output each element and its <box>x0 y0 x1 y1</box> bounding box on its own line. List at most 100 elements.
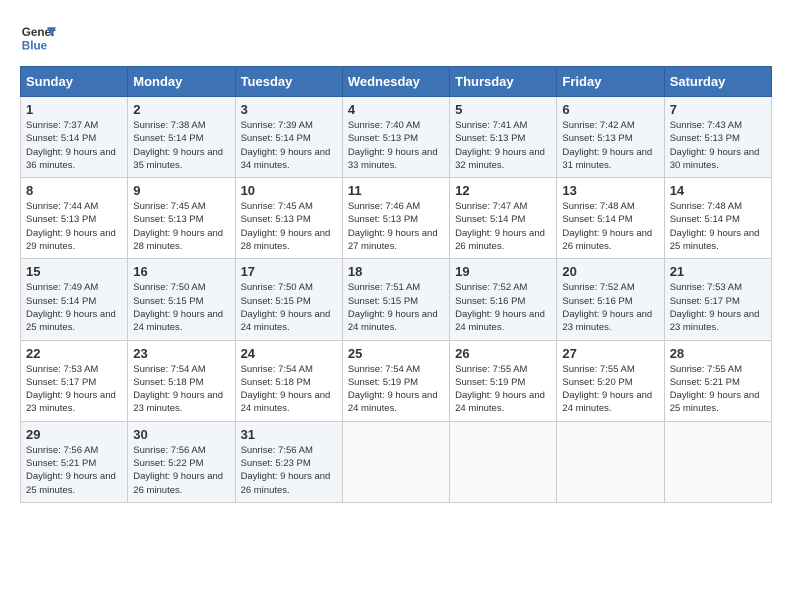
calendar-cell: 12 Sunrise: 7:47 AMSunset: 5:14 PMDayligh… <box>450 178 557 259</box>
calendar-cell: 3 Sunrise: 7:39 AMSunset: 5:14 PMDaylight… <box>235 97 342 178</box>
day-number: 29 <box>26 427 122 442</box>
weekday-header-tuesday: Tuesday <box>235 67 342 97</box>
calendar-cell: 27Sunrise: 7:55 AMSunset: 5:20 PMDayligh… <box>557 340 664 421</box>
calendar-cell: 15 Sunrise: 7:49 AMSunset: 5:14 PMDayligh… <box>21 259 128 340</box>
day-number: 21 <box>670 264 766 279</box>
day-info: Sunrise: 7:47 AMSunset: 5:14 PMDaylight:… <box>455 201 545 252</box>
calendar-cell: 30Sunrise: 7:56 AMSunset: 5:22 PMDayligh… <box>128 421 235 502</box>
day-info: Sunrise: 7:55 AMSunset: 5:21 PMDaylight:… <box>670 364 760 415</box>
day-info: Sunrise: 7:45 AMSunset: 5:13 PMDaylight:… <box>133 201 223 252</box>
header: General Blue <box>20 20 772 56</box>
calendar-cell: 13 Sunrise: 7:48 AMSunset: 5:14 PMDayligh… <box>557 178 664 259</box>
day-number: 23 <box>133 346 229 361</box>
day-info: Sunrise: 7:54 AMSunset: 5:18 PMDaylight:… <box>133 364 223 415</box>
calendar-cell: 31 Sunrise: 7:56 AMSunset: 5:23 PMDayligh… <box>235 421 342 502</box>
calendar-cell <box>342 421 449 502</box>
calendar-week-row: 15 Sunrise: 7:49 AMSunset: 5:14 PMDayligh… <box>21 259 772 340</box>
weekday-header-thursday: Thursday <box>450 67 557 97</box>
calendar-cell: 22 Sunrise: 7:53 AMSunset: 5:17 PMDayligh… <box>21 340 128 421</box>
calendar-cell <box>557 421 664 502</box>
svg-text:Blue: Blue <box>22 40 48 53</box>
calendar-cell: 8 Sunrise: 7:44 AMSunset: 5:13 PMDaylight… <box>21 178 128 259</box>
day-number: 18 <box>348 264 444 279</box>
day-number: 4 <box>348 102 444 117</box>
day-number: 31 <box>241 427 337 442</box>
logo-icon: General Blue <box>20 20 56 56</box>
day-number: 2 <box>133 102 229 117</box>
calendar-cell: 28 Sunrise: 7:55 AMSunset: 5:21 PMDayligh… <box>664 340 771 421</box>
day-info: Sunrise: 7:46 AMSunset: 5:13 PMDaylight:… <box>348 201 438 252</box>
day-number: 12 <box>455 183 551 198</box>
day-info: Sunrise: 7:44 AMSunset: 5:13 PMDaylight:… <box>26 201 116 252</box>
calendar-cell: 16 Sunrise: 7:50 AMSunset: 5:15 PMDayligh… <box>128 259 235 340</box>
calendar-cell: 4Sunrise: 7:40 AMSunset: 5:13 PMDaylight… <box>342 97 449 178</box>
day-info: Sunrise: 7:56 AMSunset: 5:23 PMDaylight:… <box>241 445 331 496</box>
calendar-cell: 26 Sunrise: 7:55 AMSunset: 5:19 PMDayligh… <box>450 340 557 421</box>
calendar-cell: 6 Sunrise: 7:42 AMSunset: 5:13 PMDaylight… <box>557 97 664 178</box>
day-info: Sunrise: 7:52 AMSunset: 5:16 PMDaylight:… <box>455 282 545 333</box>
day-number: 30 <box>133 427 229 442</box>
day-number: 6 <box>562 102 658 117</box>
calendar-cell: 25 Sunrise: 7:54 AMSunset: 5:19 PMDayligh… <box>342 340 449 421</box>
day-info: Sunrise: 7:54 AMSunset: 5:19 PMDaylight:… <box>348 364 438 415</box>
day-info: Sunrise: 7:55 AMSunset: 5:19 PMDaylight:… <box>455 364 545 415</box>
day-number: 7 <box>670 102 766 117</box>
weekday-header-saturday: Saturday <box>664 67 771 97</box>
day-number: 16 <box>133 264 229 279</box>
day-info: Sunrise: 7:39 AMSunset: 5:14 PMDaylight:… <box>241 120 331 171</box>
day-info: Sunrise: 7:37 AMSunset: 5:14 PMDaylight:… <box>26 120 116 171</box>
calendar-week-row: 8 Sunrise: 7:44 AMSunset: 5:13 PMDaylight… <box>21 178 772 259</box>
calendar-cell: 1Sunrise: 7:37 AMSunset: 5:14 PMDaylight… <box>21 97 128 178</box>
calendar-cell: 9Sunrise: 7:45 AMSunset: 5:13 PMDaylight… <box>128 178 235 259</box>
day-number: 25 <box>348 346 444 361</box>
calendar-cell <box>664 421 771 502</box>
weekday-header-monday: Monday <box>128 67 235 97</box>
day-number: 11 <box>348 183 444 198</box>
day-info: Sunrise: 7:54 AMSunset: 5:18 PMDaylight:… <box>241 364 331 415</box>
day-number: 15 <box>26 264 122 279</box>
day-number: 14 <box>670 183 766 198</box>
day-number: 19 <box>455 264 551 279</box>
day-number: 27 <box>562 346 658 361</box>
weekday-header-friday: Friday <box>557 67 664 97</box>
calendar-cell: 29 Sunrise: 7:56 AMSunset: 5:21 PMDayligh… <box>21 421 128 502</box>
calendar-cell: 21 Sunrise: 7:53 AMSunset: 5:17 PMDayligh… <box>664 259 771 340</box>
day-number: 3 <box>241 102 337 117</box>
day-info: Sunrise: 7:42 AMSunset: 5:13 PMDaylight:… <box>562 120 652 171</box>
calendar-cell: 5 Sunrise: 7:41 AMSunset: 5:13 PMDaylight… <box>450 97 557 178</box>
calendar-cell: 20 Sunrise: 7:52 AMSunset: 5:16 PMDayligh… <box>557 259 664 340</box>
day-info: Sunrise: 7:50 AMSunset: 5:15 PMDaylight:… <box>133 282 223 333</box>
calendar-cell: 10Sunrise: 7:45 AMSunset: 5:13 PMDayligh… <box>235 178 342 259</box>
weekday-header-row: SundayMondayTuesdayWednesdayThursdayFrid… <box>21 67 772 97</box>
day-number: 13 <box>562 183 658 198</box>
calendar-cell: 19 Sunrise: 7:52 AMSunset: 5:16 PMDayligh… <box>450 259 557 340</box>
day-number: 22 <box>26 346 122 361</box>
day-info: Sunrise: 7:41 AMSunset: 5:13 PMDaylight:… <box>455 120 545 171</box>
day-info: Sunrise: 7:48 AMSunset: 5:14 PMDaylight:… <box>670 201 760 252</box>
calendar-cell: 24 Sunrise: 7:54 AMSunset: 5:18 PMDayligh… <box>235 340 342 421</box>
calendar-week-row: 1Sunrise: 7:37 AMSunset: 5:14 PMDaylight… <box>21 97 772 178</box>
calendar-cell: 11 Sunrise: 7:46 AMSunset: 5:13 PMDayligh… <box>342 178 449 259</box>
day-info: Sunrise: 7:53 AMSunset: 5:17 PMDaylight:… <box>670 282 760 333</box>
day-number: 26 <box>455 346 551 361</box>
day-info: Sunrise: 7:52 AMSunset: 5:16 PMDaylight:… <box>562 282 652 333</box>
calendar-table: SundayMondayTuesdayWednesdayThursdayFrid… <box>20 66 772 503</box>
day-info: Sunrise: 7:50 AMSunset: 5:15 PMDaylight:… <box>241 282 331 333</box>
calendar-cell: 18 Sunrise: 7:51 AMSunset: 5:15 PMDayligh… <box>342 259 449 340</box>
day-number: 20 <box>562 264 658 279</box>
day-number: 5 <box>455 102 551 117</box>
day-info: Sunrise: 7:56 AMSunset: 5:21 PMDaylight:… <box>26 445 116 496</box>
day-info: Sunrise: 7:53 AMSunset: 5:17 PMDaylight:… <box>26 364 116 415</box>
calendar-cell: 2 Sunrise: 7:38 AMSunset: 5:14 PMDaylight… <box>128 97 235 178</box>
day-number: 28 <box>670 346 766 361</box>
calendar-cell: 14 Sunrise: 7:48 AMSunset: 5:14 PMDayligh… <box>664 178 771 259</box>
day-number: 8 <box>26 183 122 198</box>
day-info: Sunrise: 7:49 AMSunset: 5:14 PMDaylight:… <box>26 282 116 333</box>
day-info: Sunrise: 7:51 AMSunset: 5:15 PMDaylight:… <box>348 282 438 333</box>
calendar-week-row: 29 Sunrise: 7:56 AMSunset: 5:21 PMDayligh… <box>21 421 772 502</box>
day-info: Sunrise: 7:38 AMSunset: 5:14 PMDaylight:… <box>133 120 223 171</box>
calendar-cell <box>450 421 557 502</box>
day-info: Sunrise: 7:48 AMSunset: 5:14 PMDaylight:… <box>562 201 652 252</box>
calendar-cell: 23 Sunrise: 7:54 AMSunset: 5:18 PMDayligh… <box>128 340 235 421</box>
day-number: 24 <box>241 346 337 361</box>
